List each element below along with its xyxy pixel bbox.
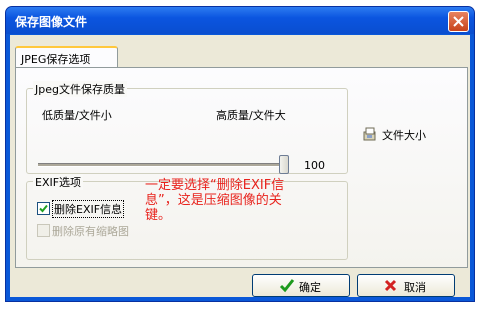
tab-panel: Jpeg文件保存质量 低质量/文件小 高质量/文件大 100 文件大小 EXIF… bbox=[15, 67, 468, 268]
check-icon bbox=[279, 279, 295, 293]
quality-group: Jpeg文件保存质量 bbox=[26, 81, 348, 174]
remove-exif-checkbox[interactable] bbox=[37, 202, 50, 215]
ok-label: 确定 bbox=[299, 281, 321, 294]
remove-thumbnail-checkbox[interactable] bbox=[37, 224, 50, 237]
file-size-label[interactable]: 文件大小 bbox=[382, 127, 426, 143]
remove-thumbnail-label[interactable]: 删除原有缩略图 bbox=[52, 223, 129, 239]
cancel-button[interactable]: 取消 bbox=[357, 274, 455, 297]
tab-jpeg-options[interactable]: JPEG保存选项 bbox=[15, 46, 118, 67]
close-button[interactable] bbox=[448, 11, 469, 32]
x-icon bbox=[384, 279, 397, 292]
title-bar[interactable]: 保存图像文件 bbox=[6, 7, 474, 34]
quality-value: 100 bbox=[304, 159, 325, 172]
quality-group-label: Jpeg文件保存质量 bbox=[33, 81, 127, 97]
exif-group-label: EXIF选项 bbox=[33, 174, 84, 190]
cancel-label: 取消 bbox=[404, 281, 426, 294]
tab-label: JPEG保存选项 bbox=[21, 53, 91, 66]
annotation-line-2: 息”，这是压缩图像的关 bbox=[145, 193, 282, 208]
quality-slider-track[interactable] bbox=[38, 163, 283, 167]
ok-button[interactable]: 确定 bbox=[252, 274, 350, 297]
dialog-body: JPEG保存选项 Jpeg文件保存质量 低质量/文件小 高质量/文件大 100 … bbox=[10, 35, 470, 297]
low-quality-label: 低质量/文件小 bbox=[42, 109, 112, 122]
high-quality-label: 高质量/文件大 bbox=[216, 109, 286, 122]
red-annotation: 一定要选择“删除EXIF信 息”，这是压缩图像的关 键。 bbox=[145, 178, 284, 223]
quality-slider-thumb[interactable] bbox=[279, 155, 289, 174]
annotation-line-1: 一定要选择“删除EXIF信 bbox=[145, 178, 285, 193]
remove-exif-label[interactable]: 删除EXIF信息 bbox=[52, 200, 125, 218]
close-icon bbox=[453, 16, 464, 27]
disk-file-icon[interactable] bbox=[363, 127, 377, 141]
annotation-line-3: 键。 bbox=[145, 208, 172, 223]
window-title: 保存图像文件 bbox=[15, 15, 88, 29]
checkmark-icon bbox=[39, 204, 48, 213]
save-image-dialog: 保存图像文件 JPEG保存选项 Jpeg文件保存质量 低质量/文件小 高质量/文… bbox=[5, 6, 475, 302]
